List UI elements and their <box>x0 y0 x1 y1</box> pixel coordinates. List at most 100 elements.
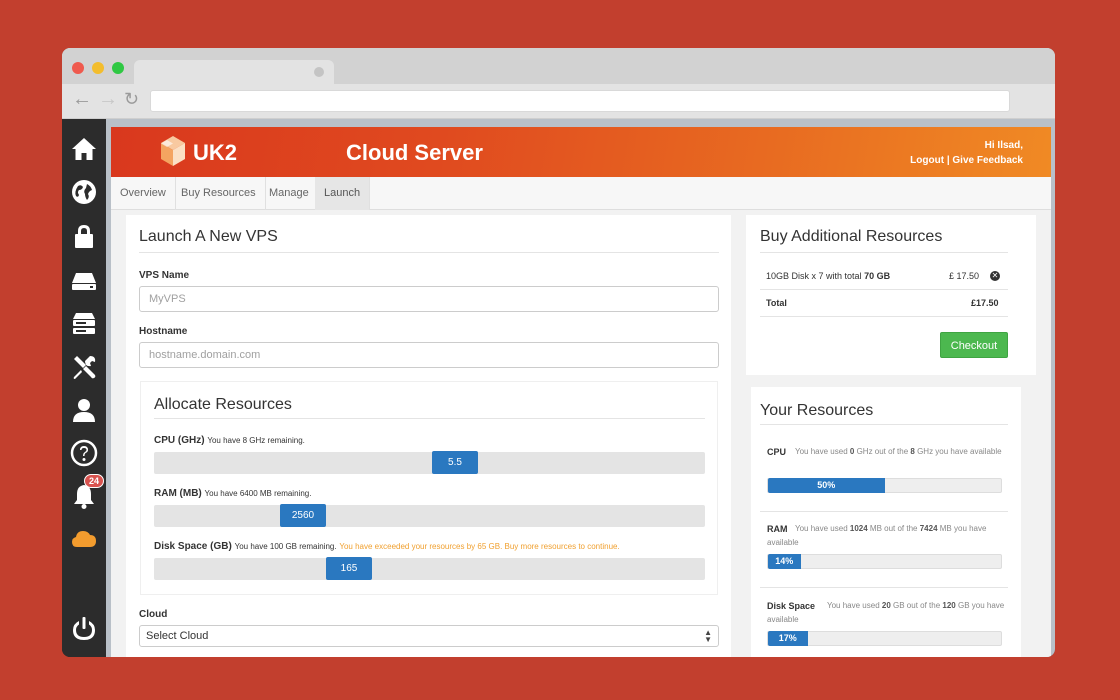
cart-item-price: £ 17.50 <box>949 271 980 281</box>
minimize-window-button[interactable] <box>92 62 104 74</box>
usage-used: 0 <box>849 447 855 456</box>
ram-usage-fill: 14% <box>768 554 801 569</box>
bell-icon[interactable]: 24 <box>68 474 104 512</box>
cart-item-description: 10GB Disk x 7 with total 70 GB <box>766 271 890 281</box>
divider <box>760 289 1008 290</box>
browser-chrome: ← → ↻ <box>62 48 1055 119</box>
tab-launch[interactable]: Launch <box>315 177 371 210</box>
divider <box>760 316 1008 317</box>
cloud-label: Cloud <box>139 609 168 620</box>
address-bar[interactable] <box>150 90 1010 112</box>
hostname-input[interactable] <box>139 342 719 368</box>
sidebar: 24 <box>62 119 106 657</box>
browser-window: ← → ↻ 24 UK2 Cloud Server Hi Ilsad, Logo… <box>62 48 1055 657</box>
disk-usage-fill: 17% <box>768 631 808 646</box>
allocate-resources-box: Allocate Resources CPU (GHz) You have 8 … <box>140 381 718 595</box>
close-window-button[interactable] <box>72 62 84 74</box>
usage-used: 20 <box>881 601 891 610</box>
your-resources-title: Your Resources <box>760 402 874 419</box>
logout-link[interactable]: Logout <box>910 155 944 166</box>
usage-text: MB out of the <box>869 524 918 533</box>
usage-used: 1024 <box>849 524 868 533</box>
select-arrows-icon: ▲ ▼ <box>704 628 712 644</box>
maximize-window-button[interactable] <box>112 62 124 74</box>
brand-name: UK2 <box>193 140 238 165</box>
link-separator: | <box>946 155 950 166</box>
cpu-slider-track[interactable]: 5.5 <box>154 451 705 474</box>
power-icon[interactable] <box>68 613 100 645</box>
cpu-resource-label: CPU (GHz) You have 8 GHz remaining. <box>154 435 305 446</box>
cpu-label: CPU (GHz) <box>154 435 205 446</box>
cpu-usage-description: You have used 0 GHz out of the 8 GHz you… <box>767 445 1007 459</box>
divider <box>139 252 719 253</box>
reload-icon[interactable]: ↻ <box>124 89 139 109</box>
cloud-icon[interactable] <box>68 523 100 555</box>
give-feedback-link[interactable]: Give Feedback <box>952 155 1023 166</box>
divider <box>760 511 1008 512</box>
cart-item-total: 70 GB <box>864 271 891 281</box>
vps-name-input[interactable] <box>139 286 719 312</box>
allocate-title: Allocate Resources <box>154 396 292 413</box>
app-title: Cloud Server <box>346 140 483 165</box>
tab-buy-resources[interactable]: Buy Resources <box>172 177 266 210</box>
help-icon[interactable] <box>68 437 100 469</box>
disk-warning-text: You have exceeded your resources by 65 G… <box>339 542 620 551</box>
cart-item-text: 10GB Disk x 7 with total <box>766 271 862 281</box>
vps-name-label: VPS Name <box>139 270 190 281</box>
disk-usage-description: You have used 20 GB out of the 120 GB yo… <box>767 599 1007 627</box>
cloud-select[interactable]: Select Cloud ▲ ▼ <box>139 625 719 647</box>
buy-resources-panel: Buy Additional Resources 10GB Disk x 7 w… <box>746 215 1036 375</box>
ram-usage-bar: 14% <box>767 554 1002 569</box>
remove-item-icon[interactable]: ✕ <box>990 271 1000 281</box>
browser-tabstrip <box>62 48 1055 84</box>
usage-text: GHz out of the <box>856 447 909 456</box>
buy-title: Buy Additional Resources <box>760 228 943 245</box>
ram-remaining-note: You have 6400 MB remaining. <box>204 489 312 498</box>
ram-slider-track[interactable]: 2560 <box>154 504 705 527</box>
tab-close-icon[interactable] <box>314 67 324 77</box>
drive-icon[interactable] <box>68 264 100 296</box>
disk-usage-bar: 17% <box>767 631 1002 646</box>
back-arrow-icon[interactable]: ← <box>72 89 92 109</box>
disk-slider-track[interactable]: 165 <box>154 557 705 580</box>
cpu-remaining-note: You have 8 GHz remaining. <box>207 436 305 445</box>
usage-total: 120 <box>942 601 956 610</box>
content-area: UK2 Cloud Server Hi Ilsad, Logout | Give… <box>106 119 1055 657</box>
greeting-text: Hi Ilsad, <box>984 140 1023 151</box>
tools-icon[interactable] <box>68 351 100 383</box>
checkout-button[interactable]: Checkout <box>940 332 1008 358</box>
uk2-logo-icon <box>161 136 185 166</box>
browser-tab[interactable] <box>134 60 334 84</box>
disk-resource-label: Disk Space (GB) You have 100 GB remainin… <box>154 541 620 552</box>
ram-resource-label: RAM (MB) You have 6400 MB remaining. <box>154 488 311 499</box>
tab-overview[interactable]: Overview <box>111 177 176 210</box>
account-links: Logout | Give Feedback <box>910 153 1023 168</box>
user-icon[interactable] <box>68 394 100 426</box>
globe-icon[interactable] <box>68 176 100 208</box>
disk-slider-handle[interactable]: 165 <box>326 557 372 580</box>
ram-label: RAM (MB) <box>154 488 202 499</box>
notification-badge: 24 <box>83 474 104 488</box>
home-icon[interactable] <box>68 133 100 165</box>
usage-text: GB out of the <box>893 601 941 610</box>
lock-icon[interactable] <box>68 220 100 252</box>
ram-usage-description: You have used 1024 MB out of the 7424 MB… <box>767 522 1007 550</box>
cpu-slider-handle[interactable]: 5.5 <box>432 451 478 474</box>
total-label: Total <box>766 298 787 308</box>
divider <box>760 252 1008 253</box>
cpu-usage-fill: 50% <box>768 478 885 493</box>
disk-label: Disk Space (GB) <box>154 541 232 552</box>
server-icon[interactable] <box>68 307 100 339</box>
divider <box>760 587 1008 588</box>
tab-manage[interactable]: Manage <box>260 177 319 210</box>
usage-total: 8 <box>910 447 915 456</box>
hostname-label: Hostname <box>139 326 188 337</box>
divider <box>154 418 705 419</box>
usage-text: You have used <box>827 601 880 610</box>
total-value: £17.50 <box>971 298 999 308</box>
tab-bar: Overview Buy Resources Manage Launch <box>111 177 1051 210</box>
user-greeting: Hi Ilsad, Logout | Give Feedback <box>910 138 1023 168</box>
ram-slider-handle[interactable]: 2560 <box>280 504 326 527</box>
launch-panel: Launch A New VPS VPS Name Hostname Alloc… <box>126 215 731 657</box>
forward-arrow-icon[interactable]: → <box>98 89 118 109</box>
